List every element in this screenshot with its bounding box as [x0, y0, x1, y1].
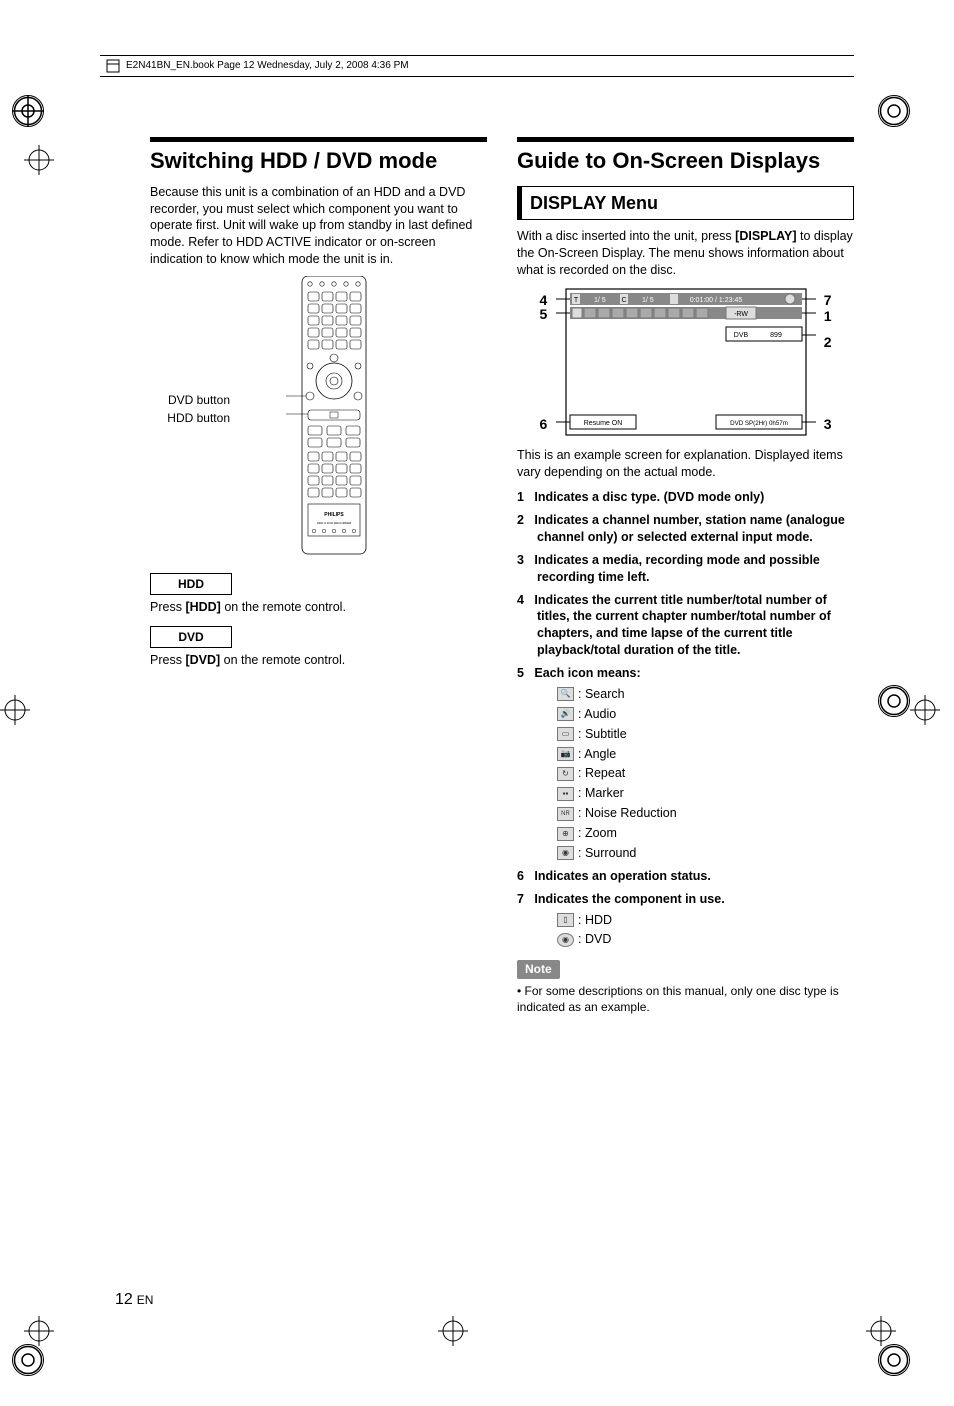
repeat-icon: ↻	[557, 767, 574, 781]
icon-label: : Angle	[578, 746, 616, 763]
crop-cross-icon	[0, 695, 30, 725]
callout-6: 6	[540, 415, 548, 434]
item-7: 7 Indicates the component in use.	[517, 892, 725, 906]
section-title-guide: Guide to On-Screen Displays	[517, 137, 854, 176]
remote-figure: DVD button HDD button	[180, 276, 487, 561]
callout-2: 2	[824, 333, 832, 352]
icon-label: : Audio	[578, 706, 616, 723]
registration-mark	[878, 1344, 910, 1376]
remote-control-illustration: PHILIPS HDD & DVD RECORDER	[234, 276, 434, 556]
icon-label: : Search	[578, 686, 625, 703]
svg-text:Resume ON: Resume ON	[583, 420, 622, 427]
figure-caption: This is an example screen for explanatio…	[517, 447, 854, 481]
registration-mark	[12, 1344, 44, 1376]
intro-text: Because this unit is a combination of an…	[150, 184, 487, 268]
icon-label: : Zoom	[578, 825, 617, 842]
svg-text:T: T	[573, 297, 578, 304]
hdd-icon: ▯	[557, 913, 574, 927]
svg-text:0:01:00 / 1:23:45: 0:01:00 / 1:23:45	[689, 297, 742, 304]
svg-text:899: 899	[770, 332, 782, 339]
item-6: 6 Indicates an operation status.	[517, 869, 711, 883]
osd-example-figure: 4 5 6 7 1 2 3 T 1/ 5 C 1/ 5 0:01:00 / 1:…	[556, 287, 816, 442]
crop-cross-icon	[24, 145, 54, 175]
crop-cross-icon	[438, 1316, 468, 1346]
hdd-badge: HDD	[150, 573, 232, 595]
hdd-button-label: HDD button	[150, 410, 230, 426]
callout-3: 3	[824, 415, 832, 434]
dvd-icon: ◉	[557, 933, 574, 947]
search-icon: 🔍	[557, 687, 574, 701]
crop-cross-icon	[866, 1316, 896, 1346]
icon-label: : HDD	[578, 912, 612, 929]
icon-meaning-list: 🔍 : Search 🔊 : Audio ▭ : Subtitle 📷 : An…	[537, 686, 854, 862]
subsection-display-menu: DISPLAY Menu	[517, 186, 854, 220]
page-number: 12EN	[115, 1289, 153, 1311]
component-icon-list: ▯ : HDD ◉ : DVD	[537, 912, 854, 949]
svg-text:C: C	[621, 297, 626, 304]
icon-label: : Surround	[578, 845, 636, 862]
icon-label: : DVD	[578, 931, 611, 948]
subtitle-icon: ▭	[557, 727, 574, 741]
icon-label: : Noise Reduction	[578, 805, 677, 822]
svg-text:1/ 5: 1/ 5	[642, 297, 654, 304]
right-column: Guide to On-Screen Displays DISPLAY Menu…	[517, 137, 854, 1015]
callout-5: 5	[540, 305, 548, 324]
svg-text:DVD SP(2Hr) 0h57m: DVD SP(2Hr) 0h57m	[730, 420, 788, 427]
item-2: 2 Indicates a channel number, station na…	[517, 513, 845, 544]
icon-label: : Repeat	[578, 765, 625, 782]
icon-label: : Marker	[578, 785, 624, 802]
item-4: 4 Indicates the current title number/tot…	[517, 593, 831, 658]
audio-icon: 🔊	[557, 707, 574, 721]
section-title-switching: Switching HDD / DVD mode	[150, 137, 487, 176]
icon-label: : Subtitle	[578, 726, 627, 743]
item-3: 3 Indicates a media, recording mode and …	[517, 553, 820, 584]
left-column: Switching HDD / DVD mode Because this un…	[150, 137, 487, 1015]
note-label: Note	[517, 960, 560, 978]
note-text: • For some descriptions on this manual, …	[517, 983, 854, 1015]
svg-text:1/ 5: 1/ 5	[594, 297, 606, 304]
item-1: 1 Indicates a disc type. (DVD mode only)	[517, 490, 764, 504]
svg-text:HDD & DVD RECORDER: HDD & DVD RECORDER	[316, 521, 351, 525]
registration-mark	[878, 685, 910, 717]
dvd-instruction: Press [DVD] on the remote control.	[150, 652, 487, 669]
marker-icon: ▪▪	[557, 787, 574, 801]
svg-text:-RW: -RW	[734, 311, 748, 318]
noise-reduction-icon: NR	[557, 807, 574, 821]
zoom-icon: ⊕	[557, 827, 574, 841]
hdd-instruction: Press [HDD] on the remote control.	[150, 599, 487, 616]
registration-mark	[12, 95, 44, 127]
svg-text:DVB: DVB	[733, 332, 748, 339]
numbered-list: 1 Indicates a disc type. (DVD mode only)…	[517, 489, 854, 948]
header-filename: E2N41BN_EN.book Page 12 Wednesday, July …	[100, 55, 854, 77]
book-icon	[106, 59, 120, 73]
dvd-button-label: DVD button	[150, 392, 230, 408]
crop-cross-icon	[24, 1316, 54, 1346]
display-menu-intro: With a disc inserted into the unit, pres…	[517, 228, 854, 279]
angle-icon: 📷	[557, 747, 574, 761]
crop-cross-icon	[910, 695, 940, 725]
item-5: 5 Each icon means:	[517, 666, 641, 680]
callout-1: 1	[824, 307, 832, 326]
surround-icon: ◉	[557, 846, 574, 860]
registration-mark	[878, 95, 910, 127]
svg-text:PHILIPS: PHILIPS	[324, 512, 344, 518]
header-text: E2N41BN_EN.book Page 12 Wednesday, July …	[126, 59, 409, 73]
dvd-badge: DVD	[150, 626, 232, 648]
